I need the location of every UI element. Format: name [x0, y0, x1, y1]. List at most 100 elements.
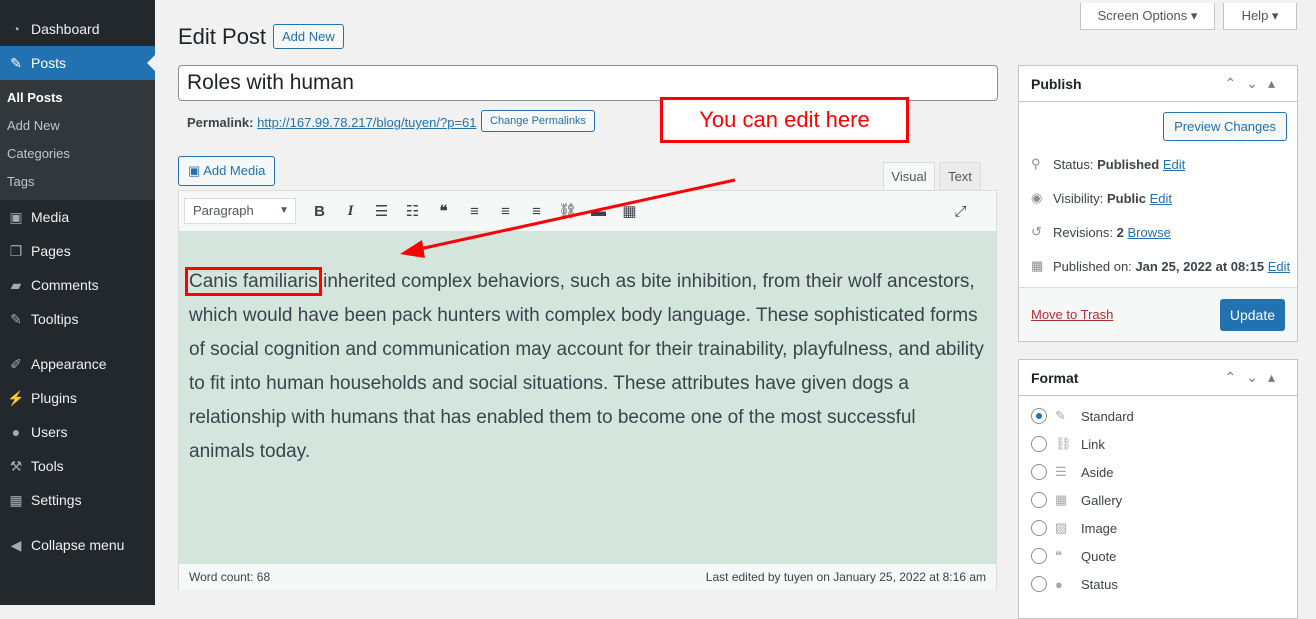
sidebar-item-users[interactable]: ● Users — [0, 415, 155, 449]
published-value: Jan 25, 2022 at 08:15 — [1135, 258, 1265, 274]
sidebar-item-label: Comments — [31, 277, 99, 293]
media-icon: ▣ — [9, 208, 23, 225]
format-option[interactable]: ⛓ Link — [1019, 430, 1297, 458]
format-option[interactable]: ☰ Aside — [1019, 458, 1297, 486]
add-media-label: Add Media — [203, 163, 266, 178]
sidebar-item-label: Settings — [31, 492, 82, 508]
fullscreen-icon[interactable]: ⤢ — [945, 203, 976, 220]
word-count: Word count: 68 — [189, 570, 271, 584]
format-option-label: Aside — [1081, 464, 1114, 480]
sidebar-item-tooltips[interactable]: ✎ Tooltips — [0, 302, 155, 336]
edit-visibility-link[interactable]: Edit — [1150, 191, 1172, 206]
format-option[interactable]: ● Status — [1019, 570, 1297, 598]
tab-visual[interactable]: Visual — [883, 162, 935, 190]
user-icon: ● — [11, 424, 21, 440]
box-controls[interactable]: ⌃⌄▴ — [1225, 369, 1286, 386]
sidebar-item-settings[interactable]: ▦ Settings — [0, 483, 155, 517]
radio-button[interactable] — [1031, 408, 1047, 424]
pin-icon: ⚲ — [1031, 156, 1041, 171]
bold-icon[interactable]: B — [304, 203, 335, 220]
media-icon: ▣ — [188, 163, 204, 178]
radio-button[interactable] — [1031, 492, 1047, 508]
format-select[interactable]: Paragraph ▼ — [184, 198, 296, 224]
sidebar-item-tools[interactable]: ⚒ Tools — [0, 449, 155, 483]
visibility-label: Visibility: — [1053, 190, 1104, 206]
format-aside-icon: ☰ — [1055, 464, 1067, 479]
dashboard-icon: ◔ — [11, 21, 21, 37]
sidebar-item-media[interactable]: ▣ Media — [0, 200, 155, 234]
radio-button[interactable] — [1031, 576, 1047, 592]
revisions-label: Revisions: — [1053, 224, 1113, 240]
format-option-label: Standard — [1081, 408, 1134, 424]
sidebar-item-label: Tools — [31, 458, 64, 474]
submenu-item[interactable]: Categories — [0, 140, 155, 168]
screen-options-button[interactable]: Screen Options ▾ — [1080, 3, 1215, 30]
sidebar-item-pages[interactable]: ❐ Pages — [0, 234, 155, 268]
radio-button[interactable] — [1031, 464, 1047, 480]
format-option-label: Link — [1081, 436, 1105, 452]
change-permalinks-button[interactable]: Change Permalinks — [481, 110, 595, 132]
submenu-item[interactable]: Add New — [0, 112, 155, 140]
box-controls[interactable]: ⌃⌄▴ — [1225, 75, 1286, 92]
format-box: Format ⌃⌄▴ ✎ Standard ⛓ Link ☰ Aside ▦ Gallery ▨ I… — [1018, 359, 1298, 619]
format-status-icon: ● — [1055, 576, 1063, 592]
add-media-button[interactable]: ▣ Add Media — [178, 156, 276, 186]
sidebar-item-plugins[interactable]: ⚡ Plugins — [0, 381, 155, 415]
pages-icon: ❐ — [9, 242, 23, 259]
sidebar-item-posts[interactable]: ✎ Posts — [0, 46, 155, 80]
format-option[interactable]: ▦ Gallery — [1019, 486, 1297, 514]
format-option-label: Status — [1081, 576, 1118, 592]
format-option[interactable]: ✎ Standard — [1019, 402, 1297, 430]
tab-text[interactable]: Text — [939, 162, 981, 190]
submenu-item[interactable]: Tags — [0, 168, 155, 196]
pin-icon: ✎ — [10, 54, 22, 71]
browse-revisions-link[interactable]: Browse — [1127, 225, 1170, 240]
publish-box: Publish ⌃⌄▴ Preview Changes ⚲ Status: Publ… — [1018, 65, 1298, 342]
settings-icon: ▦ — [9, 491, 23, 508]
eye-icon: ◉ — [1031, 190, 1043, 205]
edit-status-link[interactable]: Edit — [1163, 157, 1185, 172]
visibility-value: Public — [1106, 190, 1146, 206]
sidebar-item-appearance[interactable]: ✐ Appearance — [0, 347, 155, 381]
sidebar-item-comments[interactable]: ▰ Comments — [0, 268, 155, 302]
sidebar-item-label: Dashboard — [31, 21, 100, 37]
sidebar-item-collapse-menu[interactable]: ◀ Collapse menu — [0, 528, 155, 562]
sidebar-item-label: Plugins — [31, 390, 77, 406]
format-option[interactable]: ▨ Image — [1019, 514, 1297, 542]
update-button[interactable]: Update — [1219, 298, 1285, 331]
page-title: Edit Post — [178, 24, 267, 49]
permalink-label: Permalink: — [187, 115, 254, 130]
brush-icon: ✐ — [10, 355, 22, 372]
edit-date-link[interactable]: Edit — [1268, 259, 1290, 274]
pin-icon: ✎ — [10, 310, 22, 327]
plugin-icon: ⚡ — [7, 389, 25, 406]
posts-submenu: All Posts Add New Categories Tags — [0, 80, 155, 200]
italic-icon[interactable]: I — [335, 203, 366, 220]
format-option-label: Gallery — [1081, 492, 1123, 508]
format-option-label: Quote — [1081, 548, 1117, 564]
permalink-link[interactable]: http://167.99.78.217/blog/tuyen/?p=61 — [257, 115, 476, 130]
collapse-icon: ◀ — [10, 536, 22, 553]
sidebar-item-label: Tooltips — [31, 311, 79, 327]
move-to-trash-link[interactable]: Move to Trash — [1031, 307, 1113, 322]
radio-button[interactable] — [1031, 548, 1047, 564]
status-value: Published — [1097, 156, 1160, 172]
sidebar-item-label: Posts — [31, 55, 67, 71]
radio-button[interactable] — [1031, 436, 1047, 452]
status-label: Status: — [1053, 156, 1094, 172]
radio-button[interactable] — [1031, 520, 1047, 536]
highlighted-text: Canis familiaris — [185, 267, 322, 296]
preview-changes-button[interactable]: Preview Changes — [1163, 112, 1287, 141]
sidebar-item-dashboard[interactable]: ◔ Dashboard — [0, 12, 155, 46]
sidebar-item-label: Media — [31, 209, 70, 225]
add-new-button[interactable]: Add New — [273, 24, 344, 49]
submenu-item[interactable]: All Posts — [0, 84, 155, 112]
help-button[interactable]: Help ▾ — [1223, 3, 1297, 30]
post-title-input[interactable] — [178, 65, 998, 101]
calendar-icon: ▦ — [1031, 258, 1044, 273]
format-option[interactable]: ❝ Quote — [1019, 542, 1297, 570]
sidebar-item-label: Appearance — [31, 356, 107, 372]
format-gallery-icon: ▦ — [1055, 492, 1068, 507]
editor-content[interactable]: Canis familiaris inherited complex behav… — [179, 231, 996, 564]
wrench-icon: ⚒ — [9, 457, 23, 474]
